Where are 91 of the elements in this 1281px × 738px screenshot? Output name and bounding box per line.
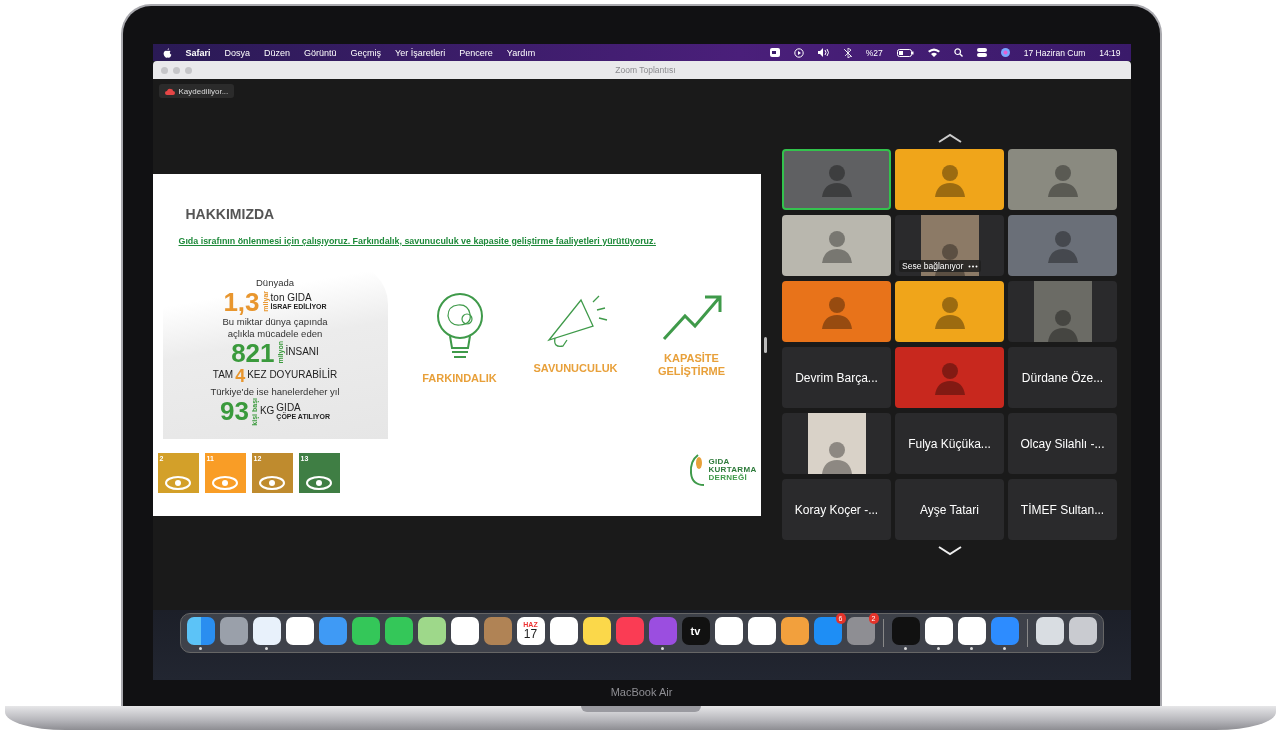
person-silhouette-icon	[821, 294, 852, 329]
control-center-icon[interactable]	[976, 48, 987, 57]
battery-icon[interactable]	[896, 48, 914, 57]
wifi-icon[interactable]	[927, 48, 940, 57]
pillar-label: FARKINDALIK	[422, 371, 497, 385]
video-tile[interactable]	[895, 281, 1004, 342]
siri-icon[interactable]	[1000, 48, 1010, 57]
apple-logo-icon[interactable]	[162, 47, 172, 58]
bluetooth-icon[interactable]	[843, 47, 852, 58]
participant-tile[interactable]: Devrim Barça...	[782, 347, 891, 408]
menu-item[interactable]: Safari	[185, 47, 211, 58]
status-label: Sese bağlanıyor	[902, 261, 964, 271]
stat-label: GIDA	[276, 402, 302, 413]
logo-text: DERNEĞİ	[708, 473, 748, 482]
person-silhouette-icon	[1047, 228, 1078, 263]
menu-item[interactable]: Görüntü	[304, 47, 337, 58]
play-icon[interactable]	[793, 47, 804, 58]
volume-icon[interactable]	[817, 48, 830, 57]
person-silhouette-icon	[934, 162, 965, 197]
person-silhouette-icon	[1047, 162, 1078, 197]
video-tile[interactable]	[782, 149, 891, 210]
video-tile[interactable]	[1008, 149, 1117, 210]
stat-number: 93	[219, 398, 249, 425]
resize-handle[interactable]	[763, 336, 767, 353]
participant-tile[interactable]	[782, 413, 891, 474]
stat-text: Bu miktar dünya çapında	[222, 315, 328, 327]
running-indicator	[1003, 646, 1006, 650]
menu-bar-time[interactable]: 14:19	[1099, 47, 1121, 58]
person-silhouette-icon	[934, 360, 965, 395]
participant-tile[interactable]: Olcay Silahlı -...	[1008, 413, 1117, 474]
stat-number: 1,3	[223, 288, 260, 315]
person-silhouette-icon	[821, 440, 852, 474]
running-indicator	[661, 646, 664, 650]
running-indicator	[265, 646, 268, 650]
slide-subtitle: Gıda israfının önlenmesi için çalışıyoruz. Farkındalık, savunuculuk ve kapasite geliştirme faaliyetleri yürütüyoruz.	[178, 235, 657, 246]
menu-item[interactable]: Dosya	[224, 47, 251, 58]
participant-tile[interactable]: TİMEF Sultan...	[1008, 479, 1117, 540]
chevron-down-icon[interactable]	[937, 546, 962, 556]
logo-text: KURTARMA	[708, 465, 757, 474]
participant-tile[interactable]: Sese bağlanıyor	[895, 215, 1004, 276]
person-silhouette-icon	[821, 162, 852, 197]
menu-item[interactable]: Düzen	[264, 47, 291, 58]
participant-tile[interactable]	[1008, 281, 1117, 342]
menu-item[interactable]: Yardım	[506, 47, 536, 58]
menu-bar-date[interactable]: 17 Haziran Cum	[1023, 47, 1086, 58]
running-indicator	[970, 646, 973, 650]
stat-label: İNSANI	[285, 347, 319, 358]
window-title: Zoom Toplantısı	[614, 65, 677, 75]
stat-label: ton GIDA	[270, 292, 313, 303]
search-icon[interactable]	[953, 48, 963, 57]
tv-app-icon[interactable]: tv	[681, 616, 710, 645]
person-silhouette-icon	[821, 228, 852, 263]
slide-title: HAKKIMIZDA	[185, 205, 276, 222]
menu-item[interactable]: Pencere	[459, 47, 493, 58]
cloud-icon	[164, 87, 175, 95]
running-indicator	[199, 646, 202, 650]
video-tile[interactable]	[1008, 215, 1117, 276]
person-silhouette-icon	[934, 294, 965, 329]
stat-text: Türkiye'de ise hanelerdeher yıl	[210, 385, 340, 397]
participant-tile[interactable]: Koray Koçer -...	[782, 479, 891, 540]
calendar-day: 17	[523, 628, 538, 640]
battery-percent: %27	[865, 47, 883, 58]
unit-label: KG	[259, 406, 275, 417]
stat-text: Dünyada	[256, 276, 294, 288]
video-tile[interactable]	[895, 347, 1004, 408]
camera-icon[interactable]	[769, 48, 780, 57]
wheat-logo-icon	[688, 452, 707, 487]
more-icon[interactable]	[968, 264, 979, 268]
stat-text: açlıkla mücadele eden	[227, 327, 323, 339]
menu-item[interactable]: Geçmiş	[350, 47, 382, 58]
participant-tile[interactable]: Fulya Küçüka...	[895, 413, 1004, 474]
stat-label: TAM	[212, 370, 234, 381]
stat-label: KEZ DOYURABİLİR	[247, 370, 338, 381]
device-label: MacBook Air	[610, 686, 673, 698]
video-tile[interactable]	[782, 215, 891, 276]
stat-number: 821	[231, 339, 275, 366]
video-tile[interactable]	[782, 281, 891, 342]
running-indicator	[904, 646, 907, 650]
person-silhouette-icon	[1047, 308, 1078, 342]
pillar-label: KAPASİTE GELİŞTİRME	[656, 351, 727, 378]
stat-number: 4	[235, 366, 246, 385]
recording-indicator[interactable]: Kaydediliyor...	[158, 84, 235, 98]
logo-text: GIDA	[708, 457, 731, 466]
participant-tile[interactable]: Ayşe Tatari	[895, 479, 1004, 540]
chevron-up-icon[interactable]	[937, 133, 962, 143]
participant-tile[interactable]: Dürdane Öze...	[1008, 347, 1117, 408]
pillar-label: SAVUNUCULUK	[533, 361, 618, 375]
video-tile[interactable]	[895, 149, 1004, 210]
menu-item[interactable]: Yer İşaretleri	[395, 47, 446, 58]
running-indicator	[937, 646, 940, 650]
tv-label: tv	[690, 624, 701, 637]
